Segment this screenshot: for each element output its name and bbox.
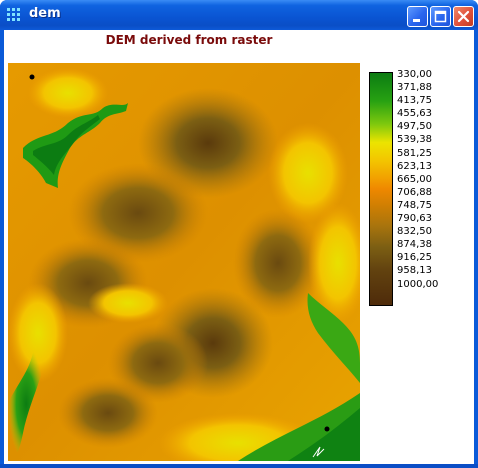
legend-label: 623,13 — [397, 160, 432, 172]
grid-app-icon — [7, 8, 20, 21]
legend-label: 1000,00 — [397, 278, 439, 290]
legend-label: 832,50 — [397, 226, 432, 238]
maximize-button[interactable] — [430, 6, 451, 27]
maximize-icon — [434, 10, 447, 23]
legend-color-ramp — [369, 72, 393, 306]
legend-label: 497,50 — [397, 121, 432, 133]
dem-window: dem DEM derived from raster 330,00 371,8… — [0, 0, 478, 468]
legend-label: 916,25 — [397, 252, 432, 264]
legend: 330,00 371,88 413,75 455,63 497,50 539,3… — [397, 68, 467, 291]
close-button[interactable] — [453, 6, 474, 27]
close-icon — [457, 10, 470, 23]
map-canvas[interactable]: DEM derived from raster 330,00 371,88 41… — [4, 30, 474, 464]
map-title: DEM derived from raster — [105, 33, 273, 47]
legend-label: 874,38 — [397, 239, 432, 251]
window-border-bottom — [0, 464, 478, 468]
legend-label: 706,88 — [397, 186, 432, 198]
minimize-icon — [413, 19, 420, 22]
legend-label: 958,13 — [397, 265, 432, 277]
legend-label: 748,75 — [397, 199, 432, 211]
window-title: dem — [29, 6, 61, 21]
legend-label: 581,25 — [397, 147, 432, 159]
legend-label: 665,00 — [397, 173, 432, 185]
minimize-button[interactable] — [407, 6, 428, 27]
legend-label: 330,00 — [397, 69, 432, 80]
legend-label: 790,63 — [397, 213, 432, 225]
legend-label: 455,63 — [397, 108, 432, 120]
dem-raster-image[interactable] — [8, 63, 360, 461]
legend-label: 371,88 — [397, 82, 432, 94]
legend-label: 539,38 — [397, 134, 432, 146]
legend-label: 413,75 — [397, 95, 432, 107]
title-bar[interactable]: dem — [0, 0, 478, 30]
